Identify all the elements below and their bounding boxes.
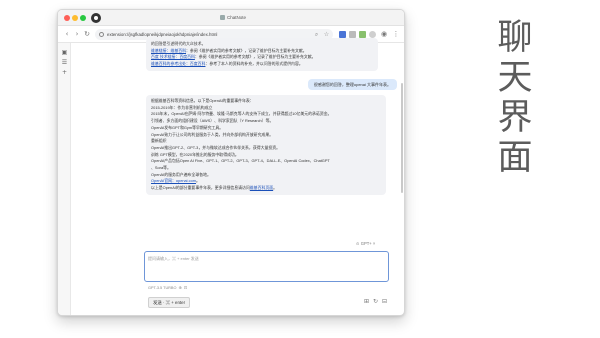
message-text: 以上是OpenAI的部分重要事件年表，更多详细信息请访问 — [151, 185, 250, 191]
message-line: OpenAI产品包括Open AI Five、GPT-1、GPT-2、GPT-3… — [151, 158, 330, 164]
token-info-text: GPT-3.5 TURBO — [148, 286, 177, 290]
refresh-icon[interactable]: ↻ — [372, 298, 379, 306]
message-text: 。 — [195, 178, 200, 184]
message-line: OpenAI的服务用户遍布全球各地。 — [151, 171, 211, 177]
message-line: OpenAI致力于让公司的利益服务于人类，并向外部机构开放研究成果。 — [151, 131, 274, 137]
user-message: 很感谢您的回答，整理openai 大事件年表。 — [307, 79, 397, 90]
sidebar-history-icon[interactable]: ☰ — [61, 59, 68, 66]
window-title-text: ChatNote — [226, 15, 246, 20]
heading-char: 聊 — [497, 18, 533, 58]
chat-transcript: 的回答是引述明代的大众技术。 维基链接：维基百科：参阅《维护者实用的参考文献》，记… — [138, 33, 405, 239]
side-heading: 聊 天 界 面 — [493, 18, 537, 178]
heading-char: 面 — [497, 138, 533, 178]
image-icon[interactable]: ⊟ — [381, 298, 388, 306]
chat-scrollbar[interactable] — [401, 83, 403, 193]
message-text: ：参阅《维护者实用的参考文献》，记录了维护目标为主要补充文献。 — [186, 47, 307, 53]
message-line: OpenAI发布GPT和Gym等早期研究工具。 — [151, 124, 224, 130]
message-line: 的回答是引述明代的大众技术。 — [151, 41, 206, 46]
message-text: 。 — [273, 185, 278, 191]
clear-icon[interactable]: ⊞ — [363, 298, 370, 306]
window-title: ChatNote — [188, 13, 278, 23]
heading-char: 界 — [497, 98, 533, 138]
message-line: 百度 技术链接：百度百科：参阅《维护者实用的参考文献》，记录了维护目标为主要补充… — [151, 54, 373, 61]
message-input[interactable] — [148, 254, 384, 262]
model-selector[interactable]: ⊙ GPT+ × — [356, 240, 375, 247]
close-window-button[interactable] — [64, 15, 70, 21]
message-line: 2015年末，OpenAI在萨姆·阿尔特曼、埃隆·马斯克等人的支持下成立，并获得… — [151, 111, 332, 117]
maximize-window-button[interactable] — [80, 15, 86, 21]
model-tag-label: GPT+ — [360, 241, 372, 246]
message-link[interactable]: OpenAI官网：openai.com — [151, 178, 196, 183]
back-icon[interactable]: ‹ — [62, 29, 72, 39]
site-info-icon[interactable] — [99, 32, 104, 37]
message-link[interactable]: 维基百科的参考出处：百度百科 — [151, 61, 205, 66]
message-text: ：参考了本人的资料的补充，并以问答的形式提供内容。 — [205, 61, 303, 67]
message-line: 重新组织 — [151, 138, 167, 144]
browser-profile-icon[interactable] — [91, 13, 101, 23]
message-line: 2015-2019年：作为非营利机构成立 — [151, 104, 213, 110]
send-button[interactable]: 发送 · ⌘ + enter — [148, 297, 190, 308]
message-line: 维基百科的参考出处：百度百科：参考了本人的资料的补充，并以问答的形式提供内容。 — [151, 61, 373, 68]
message-line: 训练 GPT模型，在2020年推出的服务中取得成功。 — [151, 151, 239, 157]
message-input-box[interactable] — [144, 251, 389, 282]
message-line: OpenAI推出GPT-2、GPT-3，并与微软达成合作伙伴关系，获得大量投资。 — [151, 144, 281, 150]
message-line: 引领者、多方面的组织建设（AWS）、科学家团队（Y Research）等。 — [151, 118, 274, 124]
title-bar: ChatNote — [58, 10, 404, 26]
forward-icon[interactable]: › — [72, 29, 82, 39]
app-icon — [219, 15, 225, 21]
message-line: 根据维基百科等资料信息，以下是OpenAI的重要事件年表： — [151, 98, 254, 103]
ai-message: 根据维基百科等资料信息，以下是OpenAI的重要事件年表： 2015-2019年：… — [146, 95, 386, 195]
message-line: 以上是OpenAI的部分重要事件年表，更多详细信息请访问维基百科页面。 — [151, 185, 381, 192]
message-link[interactable]: 维基百科页面 — [250, 185, 273, 190]
message-link[interactable]: 百度 技术链接：百度百科 — [151, 54, 195, 59]
message-link[interactable]: 维基链接：维基百科 — [151, 48, 186, 53]
left-sidebar: ▣ ☰ + — [58, 43, 71, 315]
message-line: OpenAI官网：openai.com。 — [151, 178, 381, 185]
sidebar-chat-icon[interactable]: ▣ — [61, 49, 68, 56]
minimize-window-button[interactable] — [72, 15, 78, 21]
heading-char: 天 — [497, 58, 533, 98]
sidebar-add-icon[interactable]: + — [61, 69, 68, 76]
message-line: 维基链接：维基百科：参阅《维护者实用的参考文献》，记录了维护目标为主要补充文献。 — [151, 48, 373, 55]
stage: ChatNote ‹ › ↻ extension://jsgfkadlopnei… — [0, 0, 600, 338]
reload-icon[interactable]: ↻ — [82, 29, 92, 39]
token-info: GPT-3.5 TURBO ⊕ ⊡ — [148, 286, 188, 290]
ai-message: 的回答是引述明代的大众技术。 维基链接：维基百科：参阅《维护者实用的参考文献》，记… — [146, 38, 378, 71]
message-text: ：参阅《维护者实用的参考文献》，记录了维护目标为主要补充文献。 — [194, 54, 316, 60]
message-line: 、Sora等。 — [151, 165, 171, 171]
